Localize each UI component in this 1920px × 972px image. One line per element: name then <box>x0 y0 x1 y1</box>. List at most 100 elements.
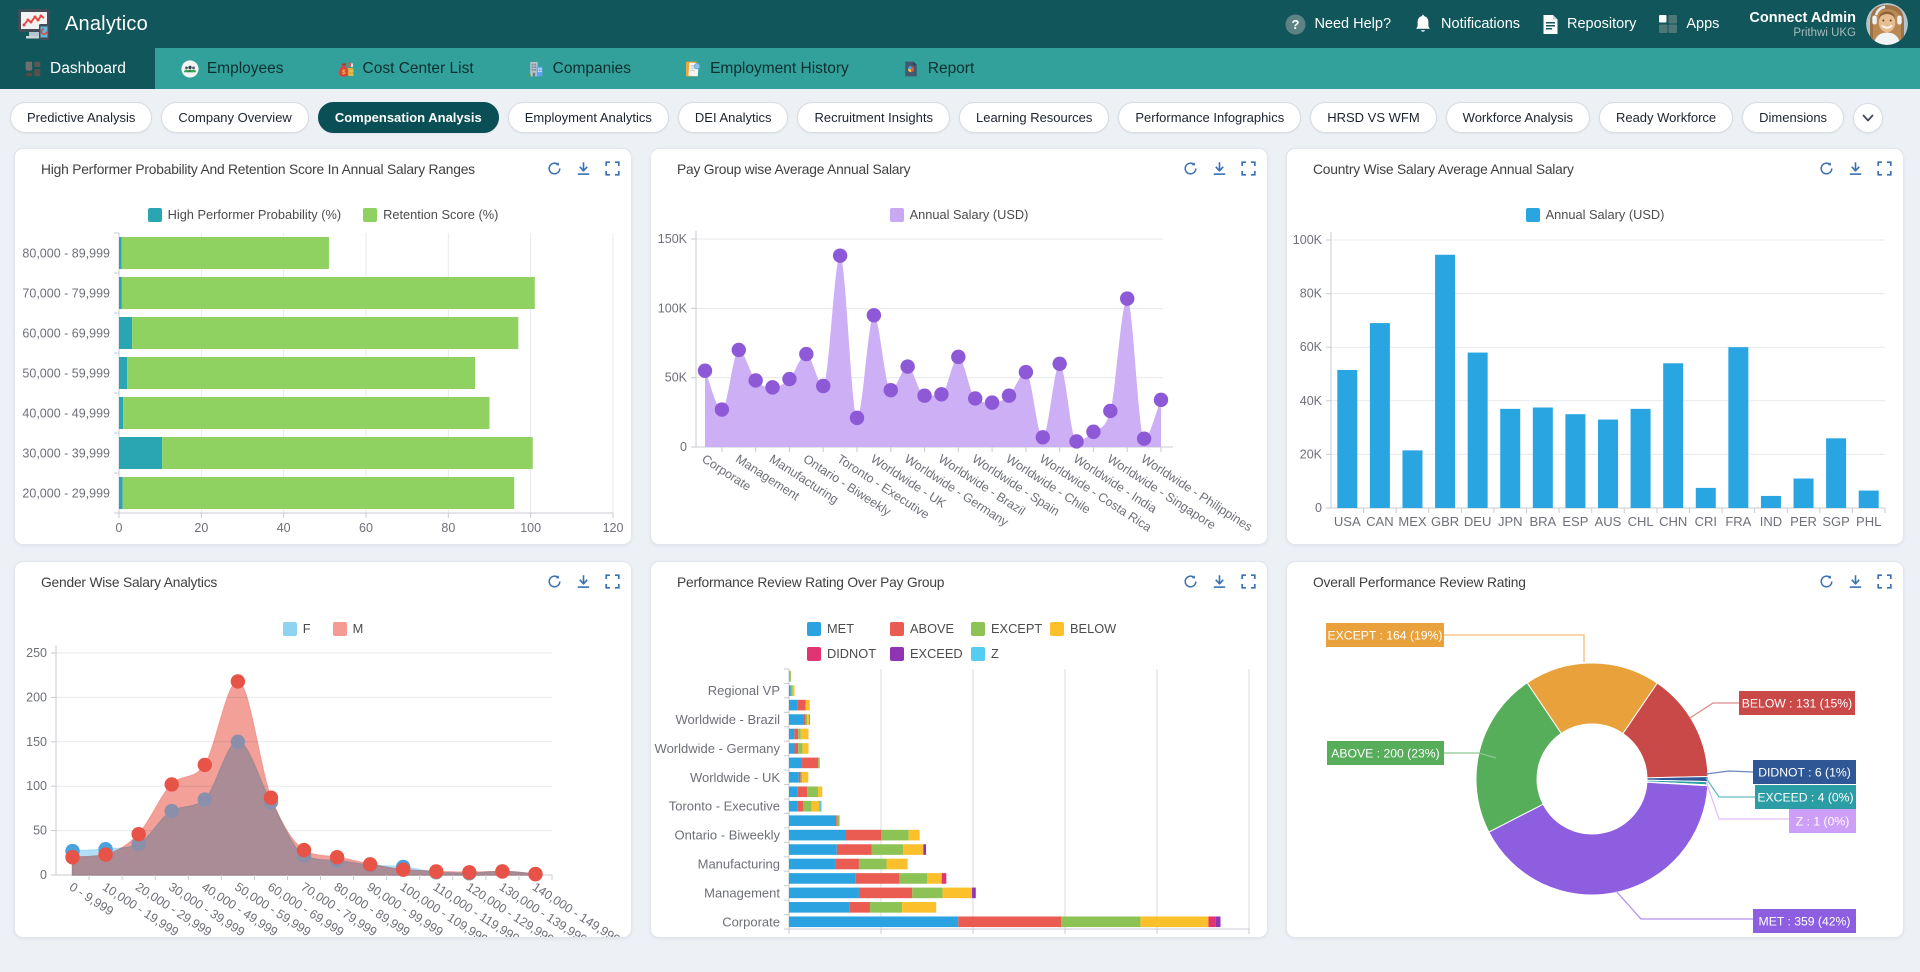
bar-segment[interactable] <box>887 859 908 870</box>
bar-segment[interactable] <box>793 685 795 696</box>
nav-tab-employees[interactable]: Employees <box>155 48 311 89</box>
data-point[interactable] <box>917 388 931 402</box>
bar-segment[interactable] <box>818 786 822 797</box>
data-point[interactable] <box>297 843 311 857</box>
bar[interactable] <box>1663 363 1683 508</box>
data-point[interactable] <box>264 791 278 805</box>
nav-tab-cost-center-list[interactable]: $Cost Center List <box>311 48 501 89</box>
chip-dimensions[interactable]: Dimensions <box>1742 102 1844 133</box>
bar-segment[interactable] <box>1061 916 1140 927</box>
bar-segment[interactable] <box>795 743 799 754</box>
bar-segment[interactable] <box>902 902 936 913</box>
bar-segment[interactable] <box>819 801 822 812</box>
bar-segment[interactable] <box>789 743 795 754</box>
bar-segment[interactable] <box>798 700 806 711</box>
chip-recruitment-insights[interactable]: Recruitment Insights <box>797 102 950 133</box>
data-point[interactable] <box>1086 425 1100 439</box>
bar-segment[interactable] <box>789 844 837 855</box>
bar[interactable] <box>1696 488 1716 508</box>
bar-segment[interactable] <box>789 859 836 870</box>
data-point[interactable] <box>968 391 982 405</box>
bar-segment[interactable] <box>835 815 837 826</box>
bar-segment[interactable] <box>802 772 808 783</box>
bar-segment[interactable] <box>802 758 818 769</box>
bar-segment[interactable] <box>119 237 121 269</box>
bar-segment[interactable] <box>798 743 802 754</box>
bar-segment[interactable] <box>859 859 887 870</box>
bar-segment[interactable] <box>119 437 162 469</box>
bar-segment[interactable] <box>807 786 818 797</box>
notifications-button[interactable]: Notifications <box>1413 14 1520 35</box>
bar-segment[interactable] <box>798 729 801 740</box>
data-point[interactable] <box>715 402 729 416</box>
repository-button[interactable]: Repository <box>1542 14 1636 35</box>
bar[interactable] <box>1500 409 1520 508</box>
data-point[interactable] <box>833 248 847 262</box>
bar-segment[interactable] <box>1140 916 1208 927</box>
data-point[interactable] <box>462 865 476 879</box>
bar-segment[interactable] <box>855 873 899 884</box>
nav-tab-report[interactable]: Report <box>876 48 1002 89</box>
bar-segment[interactable] <box>794 729 798 740</box>
data-point[interactable] <box>782 372 796 386</box>
bar-segment[interactable] <box>942 873 947 884</box>
bar-segment[interactable] <box>909 830 920 841</box>
data-point[interactable] <box>396 862 410 876</box>
data-point[interactable] <box>1019 365 1033 379</box>
bar-segment[interactable] <box>927 873 942 884</box>
bar-segment[interactable] <box>801 772 803 783</box>
bar-segment[interactable] <box>789 801 798 812</box>
bar-segment[interactable] <box>123 397 489 429</box>
bar-segment[interactable] <box>119 477 123 509</box>
chip-company-overview[interactable]: Company Overview <box>161 102 308 133</box>
data-point[interactable] <box>330 850 344 864</box>
bar-segment[interactable] <box>837 815 840 826</box>
bar-segment[interactable] <box>132 317 518 349</box>
need-help-button[interactable]: ? Need Help? <box>1285 14 1391 35</box>
bar[interactable] <box>1761 496 1781 508</box>
bar[interactable] <box>1370 323 1390 508</box>
bar[interactable] <box>1794 479 1814 508</box>
chip-learning-resources[interactable]: Learning Resources <box>959 102 1109 133</box>
bar-segment[interactable] <box>798 801 804 812</box>
bar-segment[interactable] <box>789 873 855 884</box>
user-menu[interactable]: Connect Admin Prithwi UKG <box>1749 9 1856 40</box>
data-point[interactable] <box>732 343 746 357</box>
bar-segment[interactable] <box>789 902 850 913</box>
bar-segment[interactable] <box>789 888 859 899</box>
bar-segment[interactable] <box>803 801 811 812</box>
chip-dei-analytics[interactable]: DEI Analytics <box>678 102 789 133</box>
data-point[interactable] <box>165 777 179 791</box>
bar-segment[interactable] <box>923 844 926 855</box>
bar[interactable] <box>1402 450 1422 508</box>
bar-segment[interactable] <box>119 317 132 349</box>
bar[interactable] <box>1337 370 1357 508</box>
data-point[interactable] <box>231 735 245 749</box>
bar-segment[interactable] <box>958 916 1061 927</box>
bar-segment[interactable] <box>804 714 806 725</box>
bar-segment[interactable] <box>1209 916 1216 927</box>
apps-button[interactable]: Apps <box>1658 14 1719 34</box>
bar[interactable] <box>1435 255 1455 508</box>
bar-segment[interactable] <box>789 700 798 711</box>
data-point[interactable] <box>985 395 999 409</box>
data-point[interactable] <box>1103 404 1117 418</box>
chip-workforce-analysis[interactable]: Workforce Analysis <box>1446 102 1590 133</box>
data-point[interactable] <box>900 359 914 373</box>
bar[interactable] <box>1565 414 1585 508</box>
bar-segment[interactable] <box>809 714 810 725</box>
data-point[interactable] <box>65 850 79 864</box>
bar-segment[interactable] <box>806 700 810 711</box>
bar-segment[interactable] <box>789 772 799 783</box>
bar-segment[interactable] <box>121 237 328 269</box>
data-point[interactable] <box>1052 357 1066 371</box>
data-point[interactable] <box>748 373 762 387</box>
data-point[interactable] <box>231 674 245 688</box>
data-point[interactable] <box>765 380 779 394</box>
bar-segment[interactable] <box>789 729 794 740</box>
bar[interactable] <box>1631 409 1651 508</box>
data-point[interactable] <box>495 864 509 878</box>
bar-segment[interactable] <box>798 786 807 797</box>
bar-segment[interactable] <box>791 685 793 696</box>
bar-segment[interactable] <box>859 888 912 899</box>
